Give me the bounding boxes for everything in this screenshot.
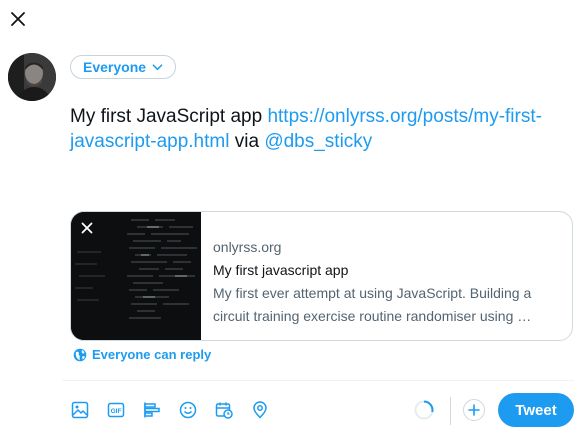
close-icon (11, 12, 25, 26)
character-count-progress (414, 400, 434, 420)
card-description: My first ever attempt at using JavaScrip… (213, 285, 532, 324)
tweet-text-prefix: My first JavaScript app (70, 106, 268, 127)
gif-icon: GIF (107, 402, 125, 418)
schedule-icon (215, 402, 233, 419)
card-title: My first javascript app (213, 262, 349, 278)
emoji-button[interactable] (178, 400, 198, 420)
poll-icon (144, 402, 160, 418)
schedule-button[interactable] (214, 400, 234, 420)
gif-button[interactable]: GIF (106, 400, 126, 420)
poll-button[interactable] (142, 400, 162, 420)
card-domain: onlyrss.org (213, 239, 282, 255)
card-remove-button[interactable] (79, 220, 95, 236)
add-tweet-button[interactable] (463, 399, 485, 421)
globe-icon (73, 348, 87, 361)
tweet-button[interactable]: Tweet (498, 393, 574, 427)
tweet-text-editor[interactable]: My first JavaScript app https://onlyrss.… (70, 104, 560, 154)
media-button[interactable] (70, 400, 90, 420)
reply-settings-label: Everyone can reply (92, 347, 212, 362)
audience-label: Everyone (83, 59, 147, 75)
close-button[interactable] (6, 7, 30, 31)
card-thumbnail (71, 212, 201, 340)
card-body: onlyrss.org My first javascript app My f… (201, 212, 572, 340)
location-icon (253, 401, 267, 419)
reply-settings-button[interactable]: Everyone can reply (73, 347, 211, 362)
chevron-down-icon (152, 64, 163, 71)
tweet-mention[interactable]: @dbs_sticky (264, 131, 372, 152)
image-icon (71, 401, 89, 419)
divider (62, 380, 574, 381)
link-preview-card[interactable]: onlyrss.org My first javascript app My f… (70, 211, 573, 341)
close-icon (81, 222, 93, 234)
tweet-via-text: via (229, 131, 265, 152)
avatar[interactable] (8, 53, 56, 101)
toolbar-separator (450, 397, 451, 425)
svg-text:GIF: GIF (111, 408, 122, 415)
audience-selector[interactable]: Everyone (70, 55, 176, 79)
plus-icon (468, 404, 480, 416)
emoji-icon (179, 401, 197, 419)
location-button[interactable] (250, 400, 270, 420)
